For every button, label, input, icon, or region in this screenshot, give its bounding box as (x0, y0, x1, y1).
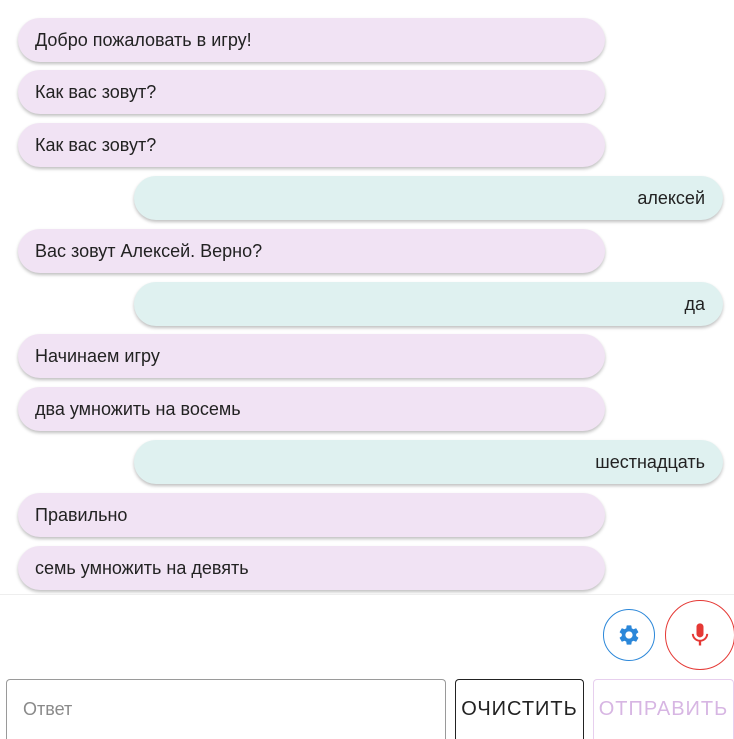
user-message: алексей (134, 176, 723, 220)
bot-message: Добро пожаловать в игру! (18, 18, 605, 62)
user-message: шестнадцать (134, 440, 723, 484)
chat-log: Добро пожаловать в игру! Как вас зовут? … (0, 0, 734, 594)
bot-message: Правильно (18, 493, 605, 537)
clear-button[interactable]: ОЧИСТИТЬ (455, 679, 584, 739)
bot-message: Начинаем игру (18, 334, 605, 378)
microphone-icon (691, 623, 709, 646)
answer-input[interactable] (6, 679, 446, 739)
microphone-button[interactable] (665, 600, 734, 670)
gear-icon (619, 625, 639, 645)
settings-button[interactable] (603, 609, 655, 661)
send-button[interactable]: ОТПРАВИТЬ (593, 679, 734, 739)
bot-message: Как вас зовут? (18, 70, 605, 114)
divider (0, 594, 734, 595)
bot-message: два умножить на восемь (18, 387, 605, 431)
user-message: да (134, 282, 723, 326)
bot-message: Вас зовут Алексей. Верно? (18, 229, 605, 273)
bot-message: Как вас зовут? (18, 123, 605, 167)
bot-message: семь умножить на девять (18, 546, 605, 590)
